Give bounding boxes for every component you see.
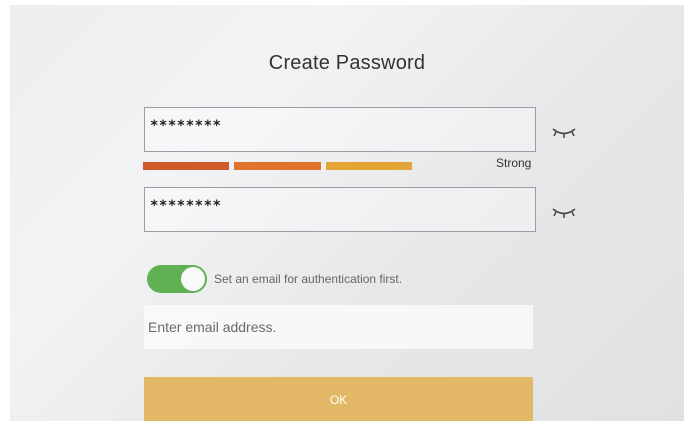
page-title: Create Password (268, 52, 426, 74)
email-auth-label: Set an email for authentication first. (214, 272, 403, 286)
ok-button[interactable]: OK (144, 377, 533, 421)
strength-bar-segment-3 (326, 162, 412, 170)
strength-bar-segment-2 (234, 162, 321, 170)
password-field[interactable]: ******** (144, 107, 536, 152)
confirm-password-field[interactable]: ******** (144, 187, 536, 232)
strength-label: Strong (496, 156, 532, 170)
confirm-password-value: ******** (150, 198, 222, 214)
strength-bar-segment-1 (143, 162, 229, 170)
toggle-knob (181, 267, 205, 291)
eye-closed-icon[interactable] (551, 205, 577, 219)
email-input[interactable] (144, 305, 533, 349)
password-value: ******** (150, 118, 222, 134)
email-auth-toggle[interactable] (147, 265, 207, 293)
create-password-screen: Create Password ******** Strong ********… (10, 5, 684, 421)
eye-closed-icon[interactable] (551, 125, 577, 139)
